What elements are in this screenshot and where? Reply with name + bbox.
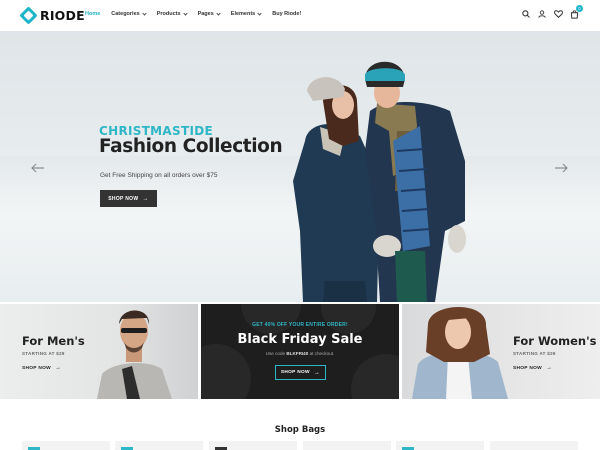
banner-womens-subtitle: STARTING AT $29 — [513, 351, 556, 356]
hero-shop-now-button[interactable]: SHOP NOW → — [100, 190, 157, 207]
arrow-right-icon: → — [142, 195, 149, 202]
logo-icon — [19, 6, 38, 25]
product-card[interactable] — [490, 441, 578, 450]
search-icon[interactable] — [521, 9, 531, 19]
hero-couple-image — [293, 61, 466, 302]
chevron-down-icon — [257, 10, 262, 16]
black-friday-promo: GET 40% OFF YOUR ENTIRE ORDER! — [252, 322, 348, 328]
product-card[interactable] — [303, 441, 391, 450]
user-icon[interactable] — [537, 9, 547, 19]
chevron-down-icon — [216, 10, 221, 16]
arrow-right-icon[interactable] — [554, 160, 568, 173]
hero-text: Get Free Shipping on all orders over $75 — [100, 172, 218, 179]
section-title: Shop Bags — [274, 425, 326, 435]
banner-womens[interactable]: For Women's STARTING AT $29 SHOP NOW → — [402, 304, 600, 399]
banner-mens-title: For Men's — [22, 334, 85, 348]
product-card[interactable] — [22, 441, 110, 450]
nav-item-categories[interactable]: Categories — [111, 10, 147, 17]
chevron-down-icon — [142, 10, 147, 16]
black-friday-title: Black Friday Sale — [237, 332, 363, 347]
product-card[interactable] — [209, 441, 297, 450]
product-card[interactable] — [396, 441, 484, 450]
cart-icon[interactable]: 0 — [569, 5, 583, 19]
decorative-circle — [321, 304, 376, 334]
banner-mens[interactable]: For Men's STARTING AT $29 SHOP NOW → — [0, 304, 198, 399]
banner-mens-link[interactable]: SHOP NOW → — [22, 365, 61, 371]
product-card[interactable] — [115, 441, 203, 450]
hero-slider: CHRISTMASTIDE Fashion Collection Get Fre… — [0, 31, 600, 302]
nav-item-home[interactable]: Home — [85, 11, 100, 17]
mens-model-image — [97, 310, 172, 399]
arrow-right-icon: → — [54, 365, 62, 371]
black-friday-code-text: Use code BLKFRI40 at checkout. — [265, 351, 335, 356]
banner-mens-subtitle: STARTING AT $29 — [22, 351, 65, 356]
promo-code: BLKFRI40 — [286, 351, 309, 356]
cart-count-badge: 0 — [576, 5, 583, 12]
heart-icon[interactable] — [553, 9, 563, 19]
nav-item-elements[interactable]: Elements — [231, 10, 262, 17]
nav-item-buy-riode[interactable]: Buy Riode! — [272, 11, 301, 17]
banner-black-friday[interactable]: GET 40% OFF YOUR ENTIRE ORDER! Black Fri… — [201, 304, 399, 399]
black-friday-shop-now-button[interactable]: SHOP NOW → — [275, 365, 326, 380]
arrow-right-icon: → — [313, 369, 321, 376]
nav-item-pages[interactable]: Pages — [198, 10, 221, 17]
decorative-circle — [241, 304, 301, 334]
header-actions: 0 — [515, 5, 583, 19]
hero-title: Fashion Collection — [99, 136, 283, 157]
site-logo[interactable]: RIODE — [19, 6, 85, 25]
main-nav: Home Categories Products Pages Elements … — [85, 10, 312, 17]
womens-model-image — [412, 307, 508, 399]
banner-womens-link[interactable]: SHOP NOW → — [513, 365, 552, 371]
nav-item-products[interactable]: Products — [157, 10, 188, 17]
site-header: RIODE Home Categories Products Pages Ele… — [0, 0, 600, 31]
logo-text: RIODE — [40, 8, 85, 23]
arrow-left-icon[interactable] — [31, 160, 45, 173]
arrow-right-icon: → — [545, 365, 553, 371]
chevron-down-icon — [182, 10, 188, 16]
decorative-circle — [351, 354, 399, 399]
banner-womens-title: For Women's — [513, 334, 597, 348]
